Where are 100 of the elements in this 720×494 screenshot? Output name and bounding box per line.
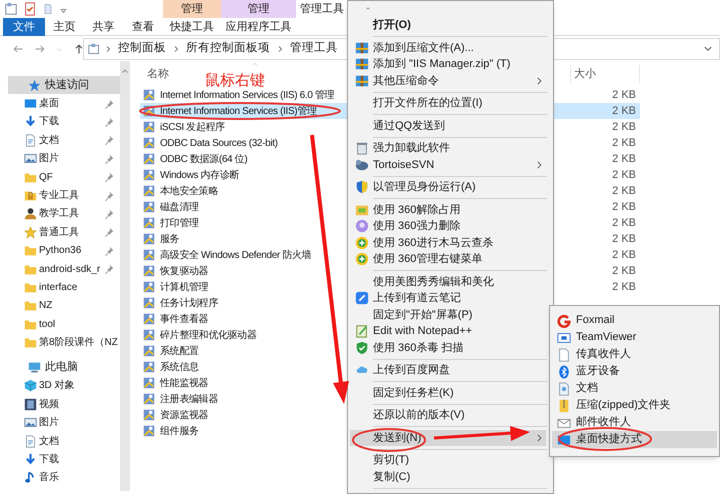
breadcrumb-item[interactable]: 所有控制面板项 [183,40,273,58]
file-row[interactable]: 恢复驱动器 [140,263,210,279]
menu-item[interactable]: 使用美图秀秀编辑和美化 [350,274,546,290]
file-row[interactable]: 高级安全 Windows Defender 防火墙 [140,247,314,263]
menu-item[interactable]: 使用 360杀毒 扫描 [350,340,546,356]
nav-item[interactable]: 音乐 [0,468,120,488]
menu-item[interactable]: 固定到"开始"屏幕(P) [350,306,546,323]
menu-item[interactable]: 使用 360管理右键菜单 [350,251,546,268]
menu-item[interactable]: 固定到任务栏(K) [350,384,546,401]
file-row[interactable]: Windows 内存诊断 [140,167,242,183]
nav-item[interactable]: 专业工具 [0,186,120,205]
tool-icon [142,136,156,150]
control-panel-icon [88,42,101,56]
menu-item[interactable]: 其他压缩命令 [350,72,546,89]
tool-icon [142,328,156,342]
tool-icon [142,264,156,278]
file-row[interactable]: 系统信息 [140,359,201,375]
file-row[interactable]: 系统配置 [140,343,201,359]
menu-item[interactable]: 蓝牙设备 [552,363,717,380]
breadcrumb-item[interactable]: 控制面板 [115,40,169,58]
column-header[interactable]: 大小 [571,66,639,82]
menu-item[interactable]: 桌面快捷方式 [552,431,717,448]
nav-item[interactable]: 此电脑 [8,358,120,377]
tool-icon [142,280,156,294]
chevron-right-icon [172,45,180,53]
file-row[interactable]: 性能监视器 [140,375,210,391]
menu-item[interactable]: 上传到有道云笔记 [350,290,546,306]
menu-item[interactable]: TortoiseSVN [350,156,546,173]
menu-item[interactable]: Foxmail [552,312,717,329]
ribbon-tab[interactable]: 快捷工具 [163,18,221,36]
file-row[interactable]: 碎片整理和优化驱动器 [140,327,259,343]
menu-item[interactable]: 压缩(zipped)文件夹 [552,397,717,414]
ribbon-tab[interactable]: 查看 [123,18,163,36]
file-row[interactable]: 磁盘清理 [140,199,201,215]
menu-item[interactable]: 添加到压缩文件(A)... [350,40,546,56]
menu-item[interactable]: 使用 360进行木马云查杀 [350,234,546,251]
file-row[interactable]: 打印管理 [140,215,201,231]
nav-item[interactable]: 下载 [0,450,120,469]
nav-item[interactable]: 下载 [0,112,120,132]
file-row[interactable]: 任务计划程序 [140,295,220,311]
size-cell-text: 2 KB [611,280,637,295]
nav-item[interactable]: QF [0,168,120,186]
menu-item[interactable]: 添加到 "IIS Manager.zip" (T) [350,56,546,72]
folder-icon [24,170,37,184]
nav-item[interactable]: 图片 [0,150,120,168]
nav-item[interactable]: NZ [0,296,120,316]
menu-item[interactable]: 以管理员身份运行(A) [350,179,546,196]
nav-item[interactable]: 教学工具 [0,204,120,224]
file-row[interactable]: 资源监视器 [140,407,210,423]
nav-item[interactable]: 3D 对象 [0,376,120,396]
menu-item[interactable]: 上传到百度网盘 [350,362,546,378]
menu-item[interactable]: 强力卸载此软件 [350,140,546,156]
file-row[interactable]: 计算机管理 [140,279,210,295]
file-row[interactable]: ODBC Data Sources (32-bit) [140,135,280,151]
file-row[interactable]: 服务 [140,231,182,247]
ribbon-tab[interactable]: 主页 [45,18,84,36]
circle-icon [354,252,368,266]
nav-item[interactable]: 快速访问 [8,76,120,94]
nav-item[interactable]: Python36 [0,242,120,260]
image-icon [24,152,37,166]
menu-item[interactable]: 传真收件人 [552,346,717,363]
nav-item[interactable]: 视频 [0,395,120,414]
nav-item[interactable]: 图片 [0,414,120,432]
file-row[interactable]: ODBC 数据源(64 位) [140,151,250,167]
menu-item[interactable]: 剪切(T) [350,452,546,468]
menu-item[interactable]: 复制(C) [350,468,546,485]
nav-item[interactable]: tool [0,315,120,334]
nav-item[interactable]: 文档 [0,131,120,150]
menu-item[interactable]: TeamViewer [552,329,717,346]
circle-icon [354,219,368,234]
column-header[interactable]: 名称 [147,66,169,82]
tool-icon [142,424,156,438]
menu-item[interactable]: 邮件收件人 [552,414,717,431]
file-row[interactable]: 本地安全策略 [140,183,220,199]
menu-item[interactable]: 还原以前的版本(V) [350,407,546,424]
file-row[interactable]: 事件查看器 [140,311,210,327]
nav-item[interactable]: 文档 [0,432,120,450]
document-icon [24,134,37,147]
breadcrumb-item[interactable]: 管理工具 [287,40,341,58]
nav-item[interactable]: android-sdk_r [0,260,120,278]
menu-item[interactable]: Edit with Notepad++ [350,323,546,340]
menu-item[interactable]: 打开文件所在的位置(I) [350,95,546,112]
menu-item[interactable]: 使用 360强力删除 [350,218,546,234]
file-row[interactable]: 组件服务 [140,423,201,439]
ribbon-tab[interactable]: 共享 [84,18,123,36]
folder-icon [24,318,37,331]
pin-icon [104,190,114,201]
menu-item[interactable]: 使用 360解除占用 [350,202,546,218]
nav-item[interactable]: 普通工具 [0,223,120,242]
menu-item[interactable]: 通过QQ发送到 [350,118,546,134]
menu-item[interactable]: 文档 [552,380,717,397]
file-row[interactable]: iSCSI 发起程序 [140,119,227,135]
scrollbar[interactable] [120,61,130,491]
nav-item[interactable]: 第8阶段课件（NZ [0,333,120,352]
ribbon-tab[interactable]: 应用程序工具 [221,18,296,36]
nav-item[interactable]: interface [0,278,120,297]
file-row[interactable]: 注册表编辑器 [140,391,220,407]
tool-icon [142,152,156,166]
menu-item[interactable]: 打开(O) [350,17,546,34]
nav-item[interactable]: 桌面 [0,94,120,113]
